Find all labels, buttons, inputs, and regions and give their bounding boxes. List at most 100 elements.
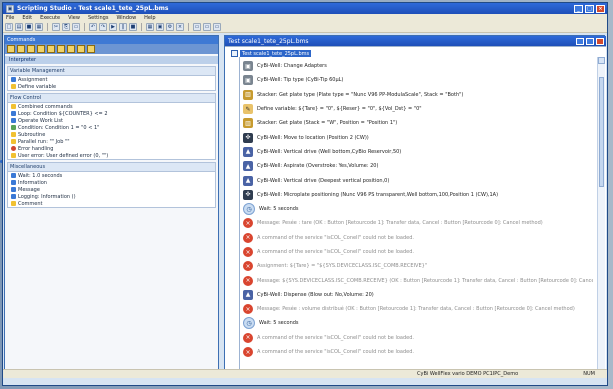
- script-step[interactable]: ◷ Wait: 5 seconds: [243, 202, 593, 216]
- collapse-icon[interactable]: [231, 50, 238, 57]
- paste-icon[interactable]: ▭: [72, 23, 80, 31]
- list-icon: [11, 118, 16, 123]
- pause-icon[interactable]: ‖: [119, 23, 127, 31]
- window-one-icon[interactable]: ▭: [193, 23, 201, 31]
- script-step[interactable]: × Message: ${SYS.DEVICECLASS.ISC_COMB.REC…: [243, 273, 593, 287]
- settings-icon[interactable]: ⚙: [166, 23, 174, 31]
- comment-icon: [11, 201, 16, 206]
- script-step[interactable]: ✎ Define variable: ${Tare} = "0", ${Reser…: [243, 102, 593, 116]
- script-step[interactable]: × A command of the service "isCOL_Conell"…: [243, 345, 593, 359]
- close-button[interactable]: ×: [596, 4, 605, 13]
- delete-icon[interactable]: ×: [176, 23, 184, 31]
- command-loop[interactable]: Loop: Condition ${COUNTER} <= 2: [8, 110, 215, 117]
- doc-maximize-button[interactable]: [586, 37, 594, 45]
- category-icon[interactable]: [57, 45, 65, 53]
- doc-minimize-button[interactable]: [576, 37, 584, 45]
- undo-icon[interactable]: ↶: [89, 23, 97, 31]
- script-step[interactable]: ▣ CyBi-Well: Change Adapters: [243, 59, 593, 73]
- new-file-icon[interactable]: □: [5, 23, 13, 31]
- group-header[interactable]: Miscellaneous: [8, 163, 215, 172]
- stop-icon[interactable]: ■: [129, 23, 137, 31]
- copy-icon[interactable]: ⎘: [62, 23, 70, 31]
- group-header[interactable]: Flow Control: [8, 94, 215, 103]
- command-assignment[interactable]: Assignment: [8, 76, 215, 83]
- command-subroutine[interactable]: Subroutine: [8, 131, 215, 138]
- command-operate-work-list[interactable]: Operate Work List: [8, 117, 215, 124]
- script-step[interactable]: × Assignment: ${Tare} = "${SYS.DEVICECLAS…: [243, 259, 593, 273]
- menu-window[interactable]: Window: [116, 15, 136, 21]
- command-user-error[interactable]: User error: User defined error (0, ""): [8, 152, 215, 159]
- script-root-row[interactable]: Test scale1_tete_25pL.bms: [231, 50, 312, 57]
- step-label: CyBi-Well: Microplate positioning (Nunc …: [257, 191, 499, 198]
- menu-file[interactable]: File: [6, 15, 14, 21]
- script-step[interactable]: × Message: Pesée : volume distribué (OK :…: [243, 302, 593, 316]
- category-icon[interactable]: [87, 45, 95, 53]
- script-step[interactable]: ▥ Stacker: Get plate (Stack = "W", Positi…: [243, 116, 593, 130]
- doc-window-controls: [576, 37, 604, 45]
- menu-edit[interactable]: Edit: [22, 15, 32, 21]
- command-logging[interactable]: Logging: Information (): [8, 193, 215, 200]
- menu-execute[interactable]: Execute: [40, 15, 60, 21]
- pipette-icon: ▲: [243, 289, 253, 300]
- command-comment[interactable]: Comment: [8, 200, 215, 207]
- category-icon[interactable]: [47, 45, 55, 53]
- category-icon[interactable]: [17, 45, 25, 53]
- script-step[interactable]: ✜ CyBi-Well: Microplate positioning (Nunc…: [243, 188, 593, 202]
- category-icon[interactable]: [77, 45, 85, 53]
- window-three-icon[interactable]: ▭: [213, 23, 221, 31]
- command-define-variable[interactable]: Define variable: [8, 83, 215, 90]
- condition-icon: [11, 125, 16, 130]
- vertical-scrollbar[interactable]: [597, 57, 605, 377]
- script-step[interactable]: ▲ CyBi-Well: Vertical drive (Deepest vert…: [243, 173, 593, 187]
- script-step[interactable]: × A command of the service "isCOL_Conell"…: [243, 331, 593, 345]
- category-icon[interactable]: [67, 45, 75, 53]
- open-file-icon[interactable]: ▤: [15, 23, 23, 31]
- err-icon: ×: [243, 332, 253, 343]
- script-step[interactable]: ▲ CyBi-Well: Vertical drive (Well bottom,…: [243, 145, 593, 159]
- cut-icon[interactable]: ✂: [52, 23, 60, 31]
- command-combined[interactable]: Combined commands: [8, 103, 215, 110]
- menu-help[interactable]: Help: [144, 15, 155, 21]
- scripting-studio-window: ▣ Scripting Studio - Test scale1_tete_25…: [2, 2, 608, 386]
- script-step[interactable]: × A command of the service "isCOL_Conell"…: [243, 231, 593, 245]
- category-icon[interactable]: [27, 45, 35, 53]
- command-information[interactable]: Information: [8, 179, 215, 186]
- redo-icon[interactable]: ↷: [99, 23, 107, 31]
- scroll-thumb[interactable]: [599, 77, 604, 187]
- command-label: Wait: 1.0 seconds: [18, 172, 63, 179]
- script-step[interactable]: × A command of the service "isCOL_Conell"…: [243, 245, 593, 259]
- script-step[interactable]: ◷ Wait: 5 seconds: [243, 316, 593, 330]
- maximize-button[interactable]: □: [585, 4, 594, 13]
- minimize-button[interactable]: _: [574, 4, 583, 13]
- script-step[interactable]: ▣ CyBi-Well: Tip type (CyBi-Tip 60µL): [243, 73, 593, 87]
- script-step[interactable]: ✜ CyBi-Well: Move to location (Position 2…: [243, 130, 593, 144]
- tile-icon[interactable]: ▦: [146, 23, 154, 31]
- script-step[interactable]: ▲ CyBi-Well: Dispense (Blow out: No,Volum…: [243, 288, 593, 302]
- miscellaneous-group: Miscellaneous Wait: 1.0 seconds Informat…: [7, 162, 216, 208]
- script-step[interactable]: ▲ CyBi-Well: Aspirate (Overstroke: Yes,Vo…: [243, 159, 593, 173]
- command-condition[interactable]: Condition: Condition 1 = "0 < 1": [8, 124, 215, 131]
- run-icon[interactable]: ▶: [109, 23, 117, 31]
- command-message[interactable]: Message: [8, 186, 215, 193]
- command-wait[interactable]: Wait: 1.0 seconds: [8, 172, 215, 179]
- command-label: Assignment: [18, 76, 48, 83]
- err-icon: ×: [243, 218, 253, 229]
- group-header[interactable]: Variable Management: [8, 67, 215, 76]
- step-label: Wait: 5 seconds: [259, 206, 299, 213]
- command-parallel-run[interactable]: Parallel run: "" Job "": [8, 138, 215, 145]
- interpreter-section-header[interactable]: Interpreter: [5, 56, 218, 64]
- category-icon[interactable]: [7, 45, 15, 53]
- window-two-icon[interactable]: ▭: [203, 23, 211, 31]
- menu-view[interactable]: View: [68, 15, 80, 21]
- category-icon[interactable]: [37, 45, 45, 53]
- cascade-icon[interactable]: ▣: [156, 23, 164, 31]
- menu-settings[interactable]: Settings: [88, 15, 109, 21]
- print-icon[interactable]: ▦: [35, 23, 43, 31]
- doc-close-button[interactable]: [596, 37, 604, 45]
- save-icon[interactable]: ■: [25, 23, 33, 31]
- command-error-handling[interactable]: Error handling: [8, 145, 215, 152]
- script-step[interactable]: ▥ Stacker: Get plate type (Plate type = "…: [243, 88, 593, 102]
- script-root-label: Test scale1_tete_25pL.bms: [240, 50, 312, 57]
- scroll-up-arrow[interactable]: [598, 57, 605, 64]
- script-step[interactable]: × Message: Pesée : tare (OK : Button [Ret…: [243, 216, 593, 230]
